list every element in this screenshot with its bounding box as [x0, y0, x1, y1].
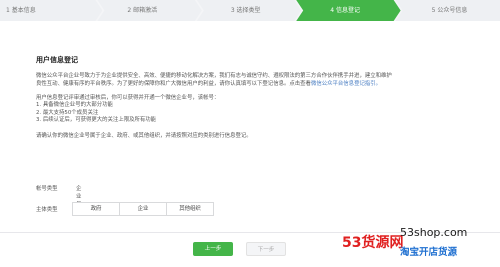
intro-paragraph: 微信公众平台企业号致力于为企业提供安全、高效、便捷的移动化解决方案，我们有志与诚… — [36, 72, 476, 88]
subject-type-selector: 政府 企业 其他组织 — [72, 202, 214, 216]
registration-guide-link[interactable]: 微信公众平台信息登记指引。 — [311, 81, 381, 87]
step-progress-bar: 1 基本信息 2 邮箱激活 3 选择类型 4 信息登记 5 公众号信息 — [0, 0, 500, 21]
intro-text-line1: 微信公众平台企业号致力于为企业提供安全、高效、便捷的移动化解决方案，我们有志与诚… — [36, 73, 392, 79]
benefit-item: 2. 最大支持50个成员关注 — [36, 109, 99, 116]
account-type-label: 帐号类型 — [36, 186, 58, 192]
watermark-slogan: 淘宝开店货源 — [400, 247, 458, 258]
subject-option-government[interactable]: 政府 — [73, 203, 120, 215]
step-email-activation: 2 邮箱激活 — [97, 0, 201, 21]
step-account-info: 5 公众号信息 — [395, 0, 500, 21]
benefit-item: 3. 后续认证后，可获得更大的关注上限及所有功能 — [36, 117, 157, 123]
benefit-intro: 用户信息登记评审通过审核后，你可以获得并开通一个微信企业号，该帐号： — [36, 95, 220, 101]
step-info-registration: 4 信息登记 — [296, 0, 400, 21]
subject-option-other-org[interactable]: 其他组织 — [167, 203, 213, 215]
step-basic-info: 1 基本信息 — [0, 0, 102, 21]
subject-type-label: 主体类型 — [36, 207, 58, 213]
category-note: 请确认你的微信企业号属于企业、政府、或其他组织，并请按照对应的类别进行信息登记。 — [36, 132, 252, 139]
registration-content: 用户信息登记 微信公众平台企业号致力于为企业提供安全、高效、便捷的移动化解决方案… — [36, 55, 476, 140]
step-label: 2 邮箱激活 — [127, 7, 158, 14]
watermark-domain: 53shop.com — [400, 226, 468, 239]
next-step-button[interactable]: 下一步 — [246, 242, 286, 256]
step-label: 5 公众号信息 — [431, 7, 468, 14]
step-label: 4 信息登记 — [330, 7, 360, 14]
benefit-item: 1. 具备微信企业号的大部分功能 — [36, 102, 113, 108]
watermark-logo: 53货源网 — [342, 235, 404, 251]
section-title: 用户信息登记 — [36, 56, 78, 64]
previous-step-button[interactable]: 上一步 — [193, 242, 233, 256]
step-select-type: 3 选择类型 — [197, 0, 301, 21]
step-label: 3 选择类型 — [230, 7, 261, 14]
subject-option-enterprise[interactable]: 企业 — [120, 203, 167, 215]
step-label: 1 基本信息 — [6, 7, 36, 14]
intro-text-line2: 良性互动、健康有序的平台秩序。为了更好的保障你和广大微信用户的利益，请你认真填写… — [36, 81, 311, 87]
